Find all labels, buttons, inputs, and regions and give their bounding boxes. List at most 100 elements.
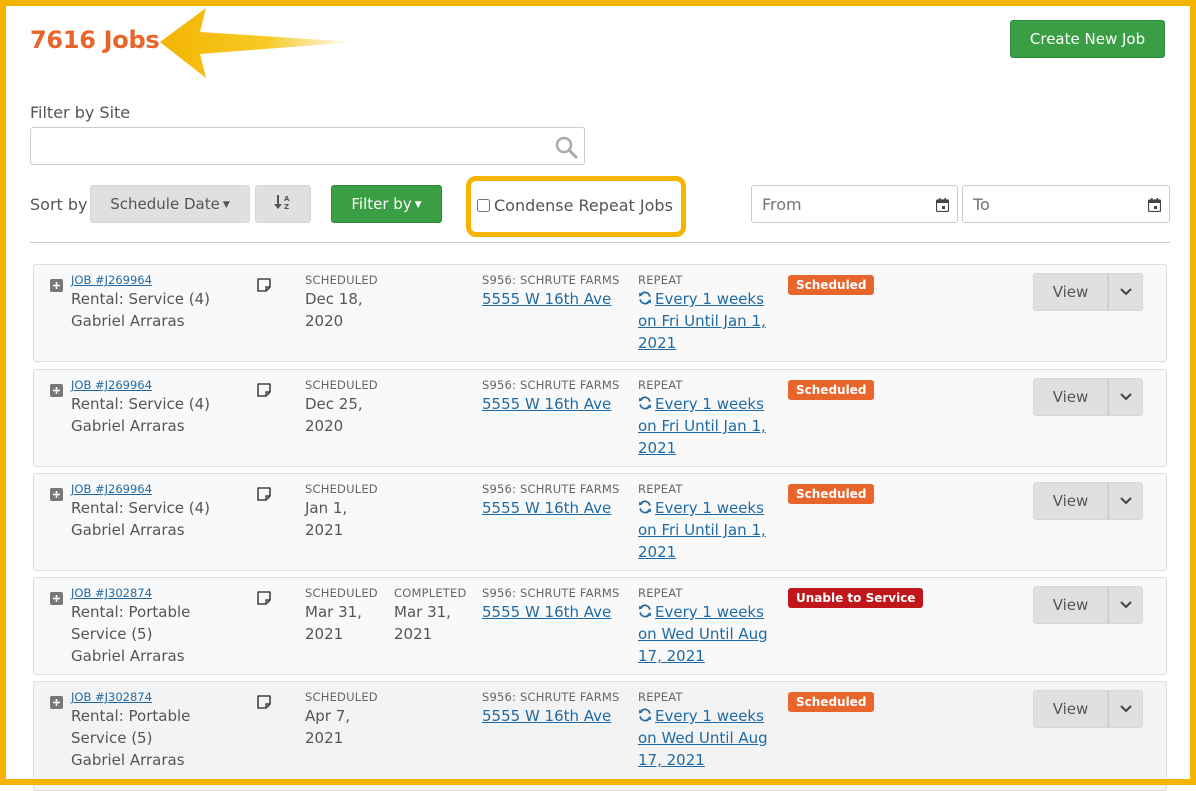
view-button[interactable]: View bbox=[1033, 482, 1108, 520]
repeat-schedule-link[interactable]: Every 1 weeks on Fri Until Jan 1, 2021 bbox=[638, 393, 778, 459]
repeat-schedule-link[interactable]: Every 1 weeks on Wed Until Aug 17, 2021 bbox=[638, 601, 778, 667]
filter-by-label: Filter by bbox=[351, 195, 412, 213]
expand-plus-icon[interactable] bbox=[50, 696, 63, 709]
job-assignee: Gabriel Arraras bbox=[71, 417, 185, 435]
job-service: Rental: Portable Service (5) bbox=[71, 603, 191, 643]
to-date-input[interactable] bbox=[963, 186, 1169, 222]
note-icon[interactable] bbox=[257, 487, 271, 501]
job-id-link[interactable]: JOB #J302874 bbox=[71, 586, 152, 600]
condense-repeat-jobs-checkbox[interactable] bbox=[477, 199, 490, 212]
site-address-link[interactable]: 5555 W 16th Ave bbox=[482, 707, 611, 725]
site-address-link[interactable]: 5555 W 16th Ave bbox=[482, 499, 611, 517]
job-id-link[interactable]: JOB #J269964 bbox=[71, 378, 152, 392]
calendar-icon[interactable] bbox=[1148, 198, 1161, 212]
note-icon[interactable] bbox=[257, 591, 271, 605]
view-button[interactable]: View bbox=[1033, 378, 1108, 416]
repeat-text: Every 1 weeks on Wed Until Aug 17, 2021 bbox=[638, 603, 768, 665]
calendar-icon[interactable] bbox=[936, 198, 949, 212]
more-actions-button[interactable] bbox=[1108, 273, 1143, 311]
completed-label: COMPLETED bbox=[394, 586, 467, 600]
status-badge: Scheduled bbox=[788, 275, 875, 295]
note-icon[interactable] bbox=[257, 383, 271, 397]
sort-by-label: Sort by bbox=[30, 195, 88, 214]
condense-repeat-jobs-label: Condense Repeat Jobs bbox=[494, 196, 673, 215]
job-card: JOB #J302874 Rental: Portable Service (5… bbox=[33, 681, 1167, 791]
from-date-field[interactable] bbox=[751, 185, 958, 223]
scheduled-date: Dec 25, 2020 bbox=[305, 395, 363, 435]
more-actions-button[interactable] bbox=[1108, 690, 1143, 728]
note-icon[interactable] bbox=[257, 278, 271, 292]
expand-plus-icon[interactable] bbox=[50, 592, 63, 605]
create-new-job-button[interactable]: Create New Job bbox=[1010, 20, 1165, 58]
condense-repeat-jobs-toggle[interactable]: Condense Repeat Jobs bbox=[477, 196, 673, 215]
job-assignee: Gabriel Arraras bbox=[71, 647, 185, 665]
scheduled-label: SCHEDULED bbox=[305, 273, 378, 287]
site-address-container: 5555 W 16th Ave bbox=[482, 497, 611, 519]
expand-plus-icon[interactable] bbox=[50, 384, 63, 397]
caret-down-icon: ▼ bbox=[222, 199, 230, 210]
status-badge: Scheduled bbox=[788, 380, 875, 400]
caret-down-icon: ▼ bbox=[414, 199, 422, 210]
view-button[interactable]: View bbox=[1033, 273, 1108, 311]
repeat-icon bbox=[639, 500, 651, 514]
sort-field-dropdown[interactable]: Schedule Date ▼ bbox=[90, 185, 250, 223]
site-address-link[interactable]: 5555 W 16th Ave bbox=[482, 290, 611, 308]
repeat-text: Every 1 weeks on Fri Until Jan 1, 2021 bbox=[638, 290, 766, 352]
expand-plus-icon[interactable] bbox=[50, 488, 63, 501]
job-id-link[interactable]: JOB #J269964 bbox=[71, 273, 152, 287]
view-button[interactable]: View bbox=[1033, 586, 1108, 624]
site-address-link[interactable]: 5555 W 16th Ave bbox=[482, 603, 611, 621]
filter-by-dropdown[interactable]: Filter by ▼ bbox=[331, 185, 442, 223]
site-name: S956: SCHRUTE FARMS bbox=[482, 378, 620, 392]
job-info: Rental: Portable Service (5) Gabriel Arr… bbox=[71, 705, 246, 771]
scheduled-label: SCHEDULED bbox=[305, 690, 378, 704]
repeat-label: REPEAT bbox=[638, 273, 683, 287]
scheduled-date: Apr 7, 2021 bbox=[305, 707, 351, 747]
to-date-field[interactable] bbox=[962, 185, 1170, 223]
site-name: S956: SCHRUTE FARMS bbox=[482, 586, 620, 600]
divider bbox=[30, 242, 1170, 243]
site-address-link[interactable]: 5555 W 16th Ave bbox=[482, 395, 611, 413]
chevron-down-icon bbox=[1119, 392, 1132, 400]
more-actions-button[interactable] bbox=[1108, 586, 1143, 624]
scheduled-label: SCHEDULED bbox=[305, 586, 378, 600]
repeat-icon bbox=[639, 396, 651, 410]
repeat-schedule-link[interactable]: Every 1 weeks on Fri Until Jan 1, 2021 bbox=[638, 288, 778, 354]
job-service: Rental: Portable Service (5) bbox=[71, 707, 191, 747]
view-button[interactable]: View bbox=[1033, 690, 1108, 728]
site-search-input[interactable] bbox=[31, 128, 584, 164]
chevron-down-icon bbox=[1119, 600, 1132, 608]
repeat-text: Every 1 weeks on Fri Until Jan 1, 2021 bbox=[638, 395, 766, 457]
site-address-container: 5555 W 16th Ave bbox=[482, 288, 611, 310]
expand-plus-icon[interactable] bbox=[50, 279, 63, 292]
search-icon[interactable] bbox=[554, 135, 578, 159]
job-info: Rental: Service (4) Gabriel Arraras bbox=[71, 497, 246, 541]
job-card: JOB #J269964 Rental: Service (4) Gabriel… bbox=[33, 473, 1167, 571]
from-date-input[interactable] bbox=[752, 186, 957, 222]
job-info: Rental: Portable Service (5) Gabriel Arr… bbox=[71, 601, 246, 667]
more-actions-button[interactable] bbox=[1108, 378, 1143, 416]
site-address-container: 5555 W 16th Ave bbox=[482, 393, 611, 415]
scheduled-label: SCHEDULED bbox=[305, 378, 378, 392]
job-service: Rental: Service (4) bbox=[71, 395, 210, 413]
page-title: 7616 Jobs bbox=[30, 26, 160, 54]
sort-field-label: Schedule Date bbox=[110, 195, 220, 213]
repeat-schedule-link[interactable]: Every 1 weeks on Fri Until Jan 1, 2021 bbox=[638, 497, 778, 563]
scheduled-date: Jan 1, 2021 bbox=[305, 499, 348, 539]
job-id-link[interactable]: JOB #J269964 bbox=[71, 482, 152, 496]
site-address-container: 5555 W 16th Ave bbox=[482, 705, 611, 727]
repeat-icon bbox=[639, 708, 651, 722]
site-search-field[interactable] bbox=[30, 127, 585, 165]
job-id-link[interactable]: JOB #J302874 bbox=[71, 690, 152, 704]
more-actions-button[interactable] bbox=[1108, 482, 1143, 520]
site-name: S956: SCHRUTE FARMS bbox=[482, 690, 620, 704]
repeat-icon bbox=[639, 604, 651, 618]
job-card: JOB #J302874 Rental: Portable Service (5… bbox=[33, 577, 1167, 675]
status-badge: Scheduled bbox=[788, 692, 875, 712]
repeat-icon bbox=[639, 291, 651, 305]
note-icon[interactable] bbox=[257, 695, 271, 709]
repeat-schedule-link[interactable]: Every 1 weeks on Wed Until Aug 17, 2021 bbox=[638, 705, 778, 771]
job-assignee: Gabriel Arraras bbox=[71, 751, 185, 769]
sort-direction-button[interactable]: A Z bbox=[255, 185, 311, 223]
scheduled-date: Mar 31, 2021 bbox=[305, 603, 362, 643]
